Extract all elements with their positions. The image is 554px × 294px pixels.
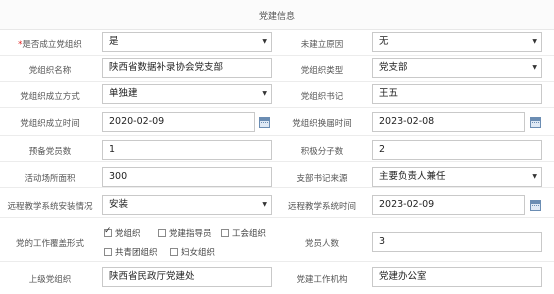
secretary-source-select[interactable]: 主要负责人兼任	[372, 167, 542, 187]
coverage-option-youth-league[interactable]: 共青团组织	[104, 246, 158, 258]
checkbox[interactable]	[170, 248, 178, 256]
not-established-reason-select[interactable]: 无	[372, 32, 542, 52]
remote-teaching-date-label: 远程教学系统时间	[287, 202, 356, 212]
activists-input[interactable]: 2	[372, 140, 542, 160]
member-count-input[interactable]: 3	[372, 232, 542, 252]
party-org-name-label: 党组织名称	[28, 66, 72, 76]
not-established-reason-label: 未建立原因	[300, 40, 344, 50]
checkbox[interactable]	[104, 248, 112, 256]
activists-label: 积极分子数	[300, 147, 344, 157]
reelection-date-input[interactable]: 2023-02-08	[372, 112, 525, 132]
activity-area-label: 活动场所面积	[24, 174, 76, 184]
section-header: 党建信息	[0, 0, 554, 30]
checkbox[interactable]	[221, 229, 229, 237]
superior-party-org-input[interactable]: 陕西省民政厅党建处	[102, 267, 272, 287]
checkbox-checked[interactable]	[104, 226, 112, 237]
checkbox[interactable]	[158, 229, 166, 237]
secretary-source-label: 支部书记来源	[296, 174, 348, 184]
calendar-icon[interactable]	[530, 117, 541, 128]
party-org-type-select[interactable]: 党支部	[372, 58, 542, 78]
party-org-name-input[interactable]: 陕西省数据补录协会党支部	[102, 58, 272, 78]
probationary-members-label: 预备党员数	[28, 147, 72, 157]
remote-teaching-install-select[interactable]: 安装	[102, 195, 272, 215]
party-secretary-input[interactable]: 王五	[372, 84, 542, 104]
party-work-agency-input[interactable]: 党建办公室	[372, 267, 542, 287]
party-org-type-label: 党组织类型	[300, 66, 344, 76]
establish-date-label: 党组织成立时间	[20, 119, 80, 129]
party-building-form: 党建信息 *是否成立党组织 是 未建立原因 无 党组织名称 陕西省数据补录协会党…	[0, 0, 554, 294]
party-secretary-label: 党组织书记	[300, 92, 344, 102]
member-count-label: 党员人数	[304, 239, 339, 249]
party-org-established-select[interactable]: 是	[102, 32, 272, 52]
work-coverage-label: 党的工作覆盖形式	[15, 239, 84, 249]
establish-method-select[interactable]: 单独建	[102, 84, 272, 104]
coverage-option-party-instructor[interactable]: 党建指导员	[158, 227, 212, 239]
calendar-icon[interactable]	[530, 200, 541, 211]
coverage-option-party-org[interactable]: 党组织	[104, 226, 141, 239]
superior-party-org-label: 上级党组织	[28, 275, 72, 285]
reelection-date-label: 党组织换届时间	[292, 119, 352, 129]
activity-area-input[interactable]: 300	[102, 167, 272, 187]
calendar-icon[interactable]	[259, 117, 270, 128]
coverage-option-women-org[interactable]: 妇女组织	[170, 246, 215, 258]
probationary-members-input[interactable]: 1	[102, 140, 272, 160]
party-org-established-label: *是否成立党组织	[18, 40, 82, 50]
party-work-agency-label: 党建工作机构	[296, 275, 348, 285]
coverage-option-labor-union[interactable]: 工会组织	[221, 227, 266, 239]
remote-teaching-install-label: 远程教学系统安装情况	[7, 202, 93, 212]
establish-date-input[interactable]: 2020-02-09	[102, 112, 255, 132]
remote-teaching-date-input[interactable]: 2023-02-09	[372, 195, 525, 215]
section-title: 党建信息	[258, 12, 295, 22]
establish-method-label: 党组织成立方式	[20, 92, 80, 102]
